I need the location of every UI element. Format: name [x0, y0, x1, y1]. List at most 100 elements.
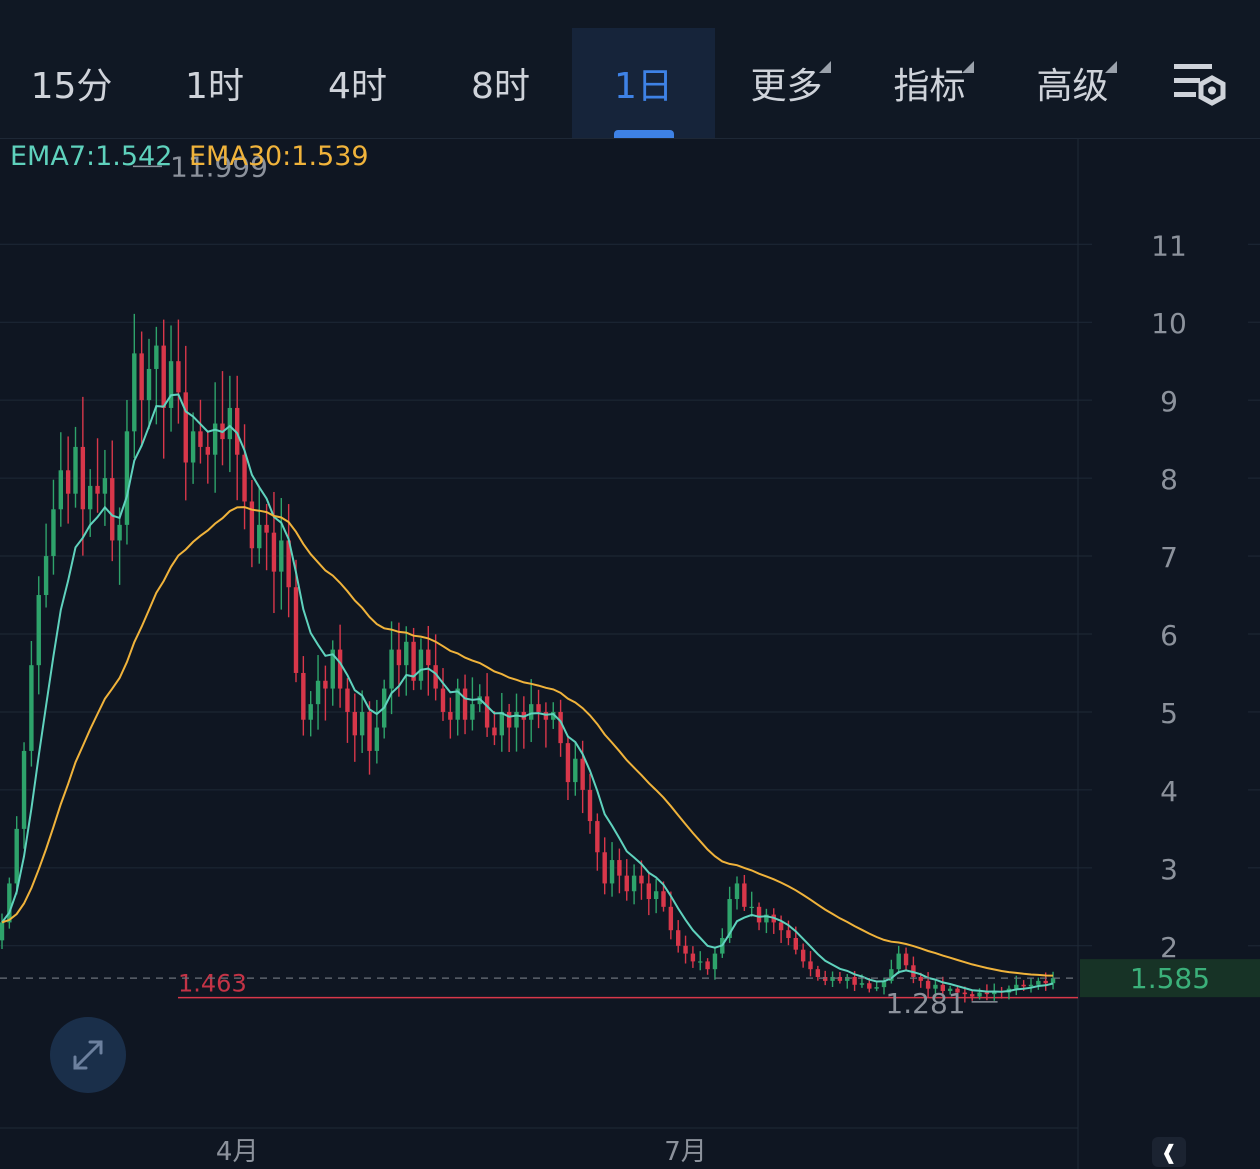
expand-arrows-icon[interactable] — [50, 1017, 126, 1093]
ema-legend: EMA7:1.542 EMA30:1.539 — [10, 141, 369, 172]
candle-body — [95, 485, 100, 494]
candle-body — [389, 649, 394, 689]
candle-body — [977, 992, 982, 997]
candle-body — [88, 485, 93, 510]
candle-body — [404, 641, 409, 666]
x-tick-label: 7月 — [664, 1137, 707, 1167]
candle-body — [448, 711, 453, 720]
interval-toolbar: 15分 1时 4时 8时 1日 更多 指标 高级 — [0, 0, 1260, 139]
candle-body — [323, 680, 328, 689]
tab-3[interactable]: 8时 — [429, 28, 572, 138]
jump-to-latest-icon[interactable]: ❰ — [1152, 1137, 1186, 1167]
y-tick-label: 4 — [1160, 775, 1178, 808]
candle-body — [124, 431, 130, 525]
candle-body — [712, 953, 718, 970]
tab-label: 更多 — [750, 57, 831, 109]
tab-2[interactable]: 4时 — [286, 28, 429, 138]
tab-label: 8时 — [471, 66, 530, 107]
y-tick-label: 6 — [1160, 619, 1178, 652]
candle-body — [1036, 980, 1041, 985]
tab-0[interactable]: 15分 — [0, 28, 143, 138]
tab-4[interactable]: 1日 — [572, 28, 715, 138]
candle-body — [293, 587, 299, 673]
candle-body — [426, 649, 431, 666]
tab-5[interactable]: 更多 — [715, 28, 858, 138]
candle-body — [117, 524, 122, 541]
candle-body — [154, 345, 159, 369]
candle-body — [73, 446, 78, 494]
candle-body — [565, 743, 571, 783]
y-tick-label: 9 — [1160, 385, 1178, 418]
candle-body — [110, 478, 115, 541]
tab-label: 4时 — [328, 66, 387, 107]
candle-body — [257, 524, 262, 549]
candle-body — [21, 750, 27, 829]
candle-body — [1050, 978, 1056, 984]
last-price-label: 1.585 — [1130, 962, 1210, 995]
candle-body — [367, 711, 372, 751]
candle-body — [1043, 980, 1048, 984]
candle-body — [242, 454, 247, 502]
y-tick-label: 8 — [1160, 463, 1178, 496]
tab-1[interactable]: 1时 — [143, 28, 286, 138]
candle-body — [168, 361, 174, 408]
dropdown-caret-icon — [1104, 61, 1117, 73]
dropdown-caret-icon — [818, 61, 831, 73]
candle-body — [918, 976, 923, 981]
candle-body — [308, 704, 313, 720]
tab-label: 15分 — [30, 66, 113, 107]
tab-label: 高级 — [1036, 57, 1117, 109]
candle-body — [212, 423, 218, 455]
candle-body — [631, 875, 637, 892]
candle-body — [646, 883, 651, 900]
candle-body — [970, 994, 975, 997]
candle-body — [499, 711, 504, 736]
candle-body — [529, 704, 534, 720]
candle-body — [440, 688, 446, 712]
candle-body — [0, 922, 5, 941]
candle-body — [617, 860, 622, 876]
y-tick-label: 2 — [1160, 931, 1178, 964]
candle-body — [146, 368, 152, 401]
candle-body — [852, 976, 857, 985]
y-tick-label: 7 — [1160, 541, 1178, 574]
candle-body — [492, 727, 497, 736]
candle-body — [874, 987, 879, 989]
candle-body — [756, 906, 762, 923]
candle-body — [984, 992, 990, 995]
tab-label: 1时 — [185, 66, 244, 107]
candle-body — [198, 431, 203, 447]
candle-body — [867, 983, 872, 989]
candle-body — [345, 688, 350, 712]
candle-body — [609, 860, 615, 884]
candle-body — [65, 470, 71, 494]
candle-body — [279, 540, 284, 572]
candlestick-chart[interactable]: 2345678910114月 7月1.46311.9991.2811.585 — [0, 139, 1260, 1169]
candle-body — [800, 949, 806, 962]
candle-body — [742, 883, 747, 907]
candle-body — [337, 649, 343, 689]
candle-body — [514, 711, 519, 728]
candle-body — [676, 930, 681, 946]
candle-body — [683, 945, 688, 954]
candle-body — [205, 446, 210, 455]
y-tick-label: 11 — [1151, 229, 1187, 262]
candle-body — [815, 969, 821, 977]
ema7-value: EMA7:1.542 — [10, 141, 173, 172]
tab-7[interactable]: 高级 — [1001, 28, 1144, 138]
candle-body — [587, 789, 593, 822]
candle-body — [1021, 984, 1026, 987]
candle-body — [668, 906, 674, 931]
settings-gear-icon[interactable] — [1170, 56, 1230, 116]
candle-body — [624, 875, 629, 892]
candle-body — [102, 478, 108, 494]
y-tick-label: 3 — [1160, 853, 1178, 886]
candle-body — [14, 828, 19, 884]
candle-body — [359, 711, 365, 736]
candle-body — [301, 672, 306, 720]
tab-6[interactable]: 指标 — [858, 28, 1001, 138]
candle-body — [749, 906, 754, 909]
candle-body — [690, 953, 696, 962]
candle-body — [271, 532, 277, 572]
candle-body — [43, 556, 49, 596]
